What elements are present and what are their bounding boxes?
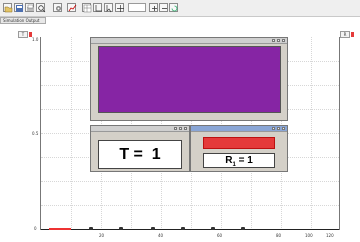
graph-icon[interactable] bbox=[67, 3, 77, 12]
trace-red-segment bbox=[49, 228, 71, 230]
t-value-display: T = 1 bbox=[98, 140, 182, 169]
zoom-out-icon[interactable] bbox=[159, 3, 168, 12]
trace-marker bbox=[181, 227, 185, 230]
toolbar bbox=[0, 0, 360, 17]
r-value: 1 bbox=[247, 155, 253, 166]
x-tick-label: 120 bbox=[326, 233, 334, 238]
corner-right-indicator bbox=[351, 32, 354, 37]
time-field[interactable] bbox=[128, 3, 146, 12]
r-subscript: 1 bbox=[232, 162, 236, 168]
x-tick-label: 20 bbox=[99, 233, 105, 238]
r-window-titlebar[interactable] bbox=[191, 126, 287, 132]
r-value-display: R1 = 1 bbox=[203, 153, 275, 168]
r-equals: = bbox=[238, 155, 245, 166]
t-window-titlebar[interactable] bbox=[91, 126, 189, 132]
zoom-in-icon[interactable] bbox=[149, 3, 158, 12]
refresh-icon[interactable] bbox=[169, 3, 178, 12]
purple-color-panel bbox=[98, 46, 281, 113]
save-icon[interactable] bbox=[14, 3, 23, 12]
print-icon[interactable] bbox=[25, 3, 34, 12]
trace-baseline bbox=[41, 229, 339, 230]
x-tick-label: 40 bbox=[158, 233, 164, 238]
settings-icon[interactable] bbox=[53, 3, 62, 12]
t-display-window[interactable]: T = 1 bbox=[90, 125, 190, 172]
trace-marker bbox=[211, 227, 215, 230]
trace-marker bbox=[241, 227, 245, 230]
y-tick-label: 1.0 bbox=[32, 37, 39, 42]
r-display-window[interactable]: R1 = 1 bbox=[190, 125, 288, 172]
pan-icon[interactable] bbox=[115, 3, 124, 12]
t-label: T bbox=[119, 146, 130, 163]
trace-marker bbox=[119, 227, 123, 230]
corner-left-label: T bbox=[21, 32, 25, 37]
open-icon[interactable] bbox=[3, 3, 13, 13]
r-red-indicator bbox=[203, 137, 275, 149]
x-tick-label: 100 bbox=[305, 233, 313, 238]
x-tick-label: 80 bbox=[276, 233, 282, 238]
axes-icon[interactable] bbox=[93, 3, 102, 12]
zoom-icon[interactable] bbox=[36, 3, 46, 13]
window-titlebar: Simulation Output bbox=[0, 17, 46, 24]
color-window-titlebar[interactable] bbox=[91, 38, 287, 44]
trace-marker bbox=[89, 227, 93, 230]
table-icon[interactable] bbox=[82, 3, 92, 13]
trace-marker bbox=[151, 227, 155, 230]
t-equals: = bbox=[133, 146, 143, 163]
cursor-icon[interactable] bbox=[104, 3, 113, 13]
y-tick-label: 0 bbox=[34, 226, 37, 231]
window-title: Simulation Output bbox=[3, 18, 40, 23]
corner-right-box[interactable]: R bbox=[340, 31, 350, 38]
corner-right-label: R bbox=[343, 32, 347, 37]
color-window[interactable] bbox=[90, 37, 288, 121]
x-tick-label: 60 bbox=[217, 233, 223, 238]
y-tick-label: 0.5 bbox=[32, 131, 39, 136]
t-value: 1 bbox=[151, 146, 161, 163]
corner-left-box[interactable]: T bbox=[18, 31, 28, 38]
